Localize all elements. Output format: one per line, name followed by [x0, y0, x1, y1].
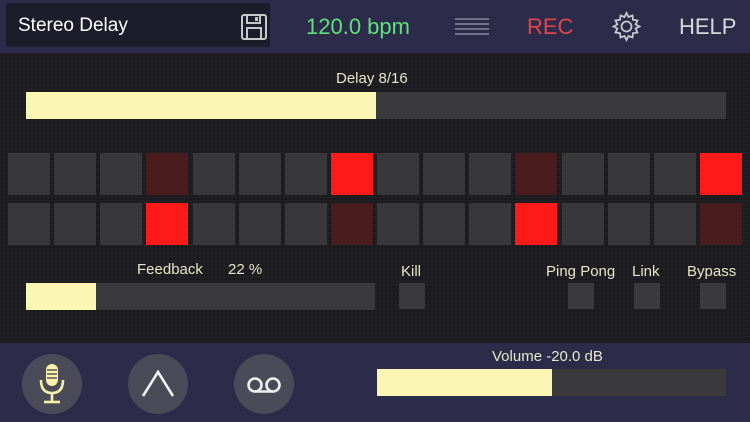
step-pad[interactable]	[423, 153, 465, 195]
step-pad[interactable]	[562, 153, 604, 195]
step-pad[interactable]	[54, 203, 96, 245]
step-pad[interactable]	[239, 153, 281, 195]
step-pad[interactable]	[146, 203, 188, 245]
tape-button[interactable]	[234, 354, 294, 414]
delay-slider-fill	[26, 92, 376, 119]
step-pad[interactable]	[285, 153, 327, 195]
step-pad[interactable]	[377, 153, 419, 195]
link-label: Link	[632, 263, 660, 280]
step-pad[interactable]	[423, 203, 465, 245]
bypass-label: Bypass	[687, 263, 737, 280]
hamburger-lines-icon[interactable]	[454, 15, 490, 37]
step-pad[interactable]	[608, 203, 650, 245]
step-pad[interactable]	[377, 203, 419, 245]
top-bar: Stereo Delay 120.0 bpm REC HELP	[0, 0, 750, 53]
bypass-toggle[interactable]	[700, 283, 726, 309]
step-pad[interactable]	[515, 203, 557, 245]
volume-slider[interactable]	[377, 369, 726, 396]
microphone-icon	[39, 364, 65, 404]
link-toggle[interactable]	[634, 283, 660, 309]
kill-toggle[interactable]	[399, 283, 425, 309]
step-pad[interactable]	[331, 203, 373, 245]
step-pad[interactable]	[146, 153, 188, 195]
step-pad[interactable]	[54, 153, 96, 195]
feedback-slider[interactable]	[26, 283, 375, 310]
bottom-bar: Volume -20.0 dB	[0, 343, 750, 422]
feedback-slider-fill	[26, 283, 96, 310]
kill-label: Kill	[401, 263, 422, 280]
envelope-button[interactable]	[128, 354, 188, 414]
delay-label: Delay 8/16	[336, 70, 408, 87]
feedback-label: Feedback	[137, 261, 203, 278]
step-pad[interactable]	[8, 203, 50, 245]
preset-name: Stereo Delay	[18, 15, 128, 36]
record-button[interactable]: REC	[527, 14, 573, 40]
main-panel: Delay 8/16 Feedback 22 % Kill Ping Pong …	[0, 53, 750, 343]
caret-up-icon	[141, 369, 175, 397]
step-pad[interactable]	[515, 153, 557, 195]
step-pad[interactable]	[700, 153, 742, 195]
step-pad[interactable]	[193, 203, 235, 245]
step-pad[interactable]	[285, 203, 327, 245]
step-pad[interactable]	[562, 203, 604, 245]
step-pad[interactable]	[239, 203, 281, 245]
volume-label: Volume -20.0 dB	[492, 348, 603, 365]
delay-slider[interactable]	[26, 92, 726, 119]
preset-selector[interactable]: Stereo Delay	[6, 3, 270, 47]
step-pad[interactable]	[700, 203, 742, 245]
volume-slider-fill	[377, 369, 552, 396]
gear-icon[interactable]	[610, 10, 643, 43]
step-pad[interactable]	[100, 203, 142, 245]
step-pad[interactable]	[8, 153, 50, 195]
help-button[interactable]: HELP	[679, 14, 736, 40]
step-pad[interactable]	[654, 153, 696, 195]
floppy-disk-icon[interactable]	[239, 12, 269, 42]
step-pad[interactable]	[608, 153, 650, 195]
bpm-display[interactable]: 120.0 bpm	[306, 14, 410, 40]
step-pad[interactable]	[331, 153, 373, 195]
step-pad[interactable]	[469, 203, 511, 245]
step-pad[interactable]	[193, 153, 235, 195]
step-pad[interactable]	[469, 153, 511, 195]
ping-pong-toggle[interactable]	[568, 283, 594, 309]
cassette-tape-icon	[247, 377, 281, 393]
step-pad[interactable]	[654, 203, 696, 245]
step-pad[interactable]	[100, 153, 142, 195]
feedback-value: 22 %	[228, 261, 263, 278]
microphone-button[interactable]	[22, 354, 82, 414]
ping-pong-label: Ping Pong	[546, 263, 616, 280]
